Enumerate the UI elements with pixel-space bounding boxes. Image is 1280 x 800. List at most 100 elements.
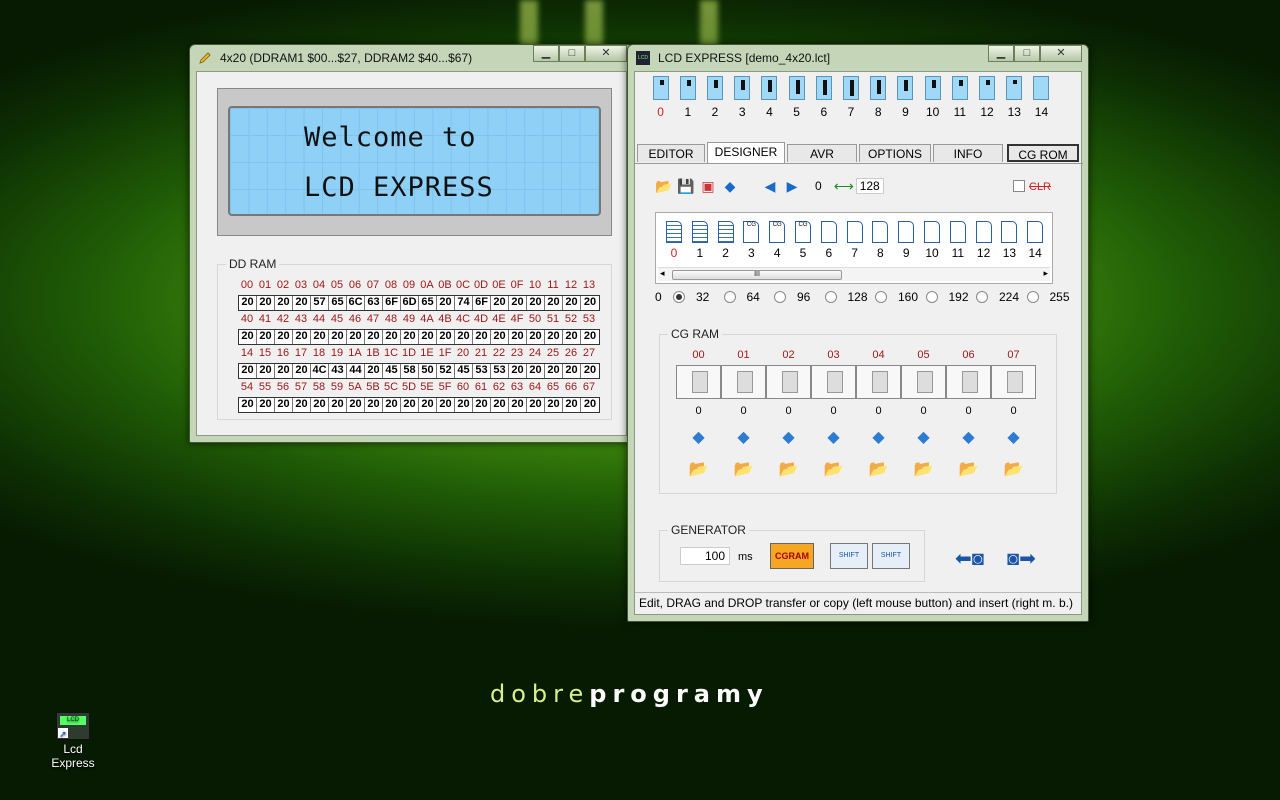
ddram-cell[interactable]: 20: [581, 330, 599, 344]
cgram-character[interactable]: [946, 365, 991, 399]
ddram-cell[interactable]: 20: [365, 330, 383, 344]
ddram-cell[interactable]: 74: [455, 296, 473, 310]
cgram-character[interactable]: [676, 365, 721, 399]
pattern-page[interactable]: 13: [999, 221, 1019, 260]
pattern-page[interactable]: CG 3: [741, 221, 761, 260]
range-radio-option[interactable]: 64: [723, 290, 760, 304]
eraser-icon[interactable]: ◆: [721, 178, 739, 194]
range-radio-option[interactable]: 32: [673, 290, 709, 304]
ddram-cell[interactable]: 6D: [401, 296, 419, 310]
ddram-cell[interactable]: 20: [275, 364, 293, 378]
radio-button[interactable]: [925, 291, 938, 303]
ddram-cell[interactable]: 20: [455, 398, 473, 412]
ddram-cell[interactable]: 20: [509, 364, 527, 378]
open-folder-icon[interactable]: 📂: [901, 459, 946, 479]
ddram-cell[interactable]: 20: [275, 330, 293, 344]
ddram-cell[interactable]: 20: [383, 330, 401, 344]
pattern-page[interactable]: 11: [948, 221, 968, 260]
ddram-cell[interactable]: 20: [257, 364, 275, 378]
horizontal-scrollbar[interactable]: ◂ III ▸: [658, 267, 1050, 281]
ddram-cell[interactable]: 20: [239, 364, 257, 378]
desktop-shortcut-lcd-express[interactable]: LCD ➚ Lcd Express: [40, 712, 106, 770]
character-slot[interactable]: 2: [703, 76, 726, 126]
eraser-icon[interactable]: ◆: [721, 427, 766, 447]
pattern-page[interactable]: 12: [974, 221, 994, 260]
ddram-cell[interactable]: 20: [239, 330, 257, 344]
tab-avr[interactable]: AVR: [787, 144, 857, 162]
ddram-cell[interactable]: 20: [401, 398, 419, 412]
character-slot[interactable]: 13: [1003, 76, 1026, 126]
cgram-character[interactable]: [811, 365, 856, 399]
character-slot[interactable]: 3: [731, 76, 754, 126]
open-folder-icon[interactable]: 📂: [856, 459, 901, 479]
character-slot[interactable]: 4: [758, 76, 781, 126]
range-radio-option[interactable]: 160: [875, 290, 918, 304]
ddram-cell[interactable]: 20: [437, 296, 455, 310]
ddram-cell[interactable]: 20: [581, 364, 599, 378]
ddram-cell[interactable]: 53: [491, 364, 509, 378]
binoculars-forward-icon[interactable]: ◙➡: [1007, 546, 1036, 571]
ddram-cell[interactable]: 20: [365, 398, 383, 412]
close-button[interactable]: ✕: [1040, 45, 1082, 62]
cgram-character[interactable]: [856, 365, 901, 399]
ddram-cell[interactable]: 20: [509, 296, 527, 310]
main-window-titlebar[interactable]: LCD LCD EXPRESS [demo_4x20.lct] ▁ □ ✕: [628, 45, 1088, 71]
ddram-cell[interactable]: 6C: [347, 296, 365, 310]
range-end-field[interactable]: 128: [855, 178, 884, 194]
character-slot[interactable]: 11: [948, 76, 971, 126]
open-folder-icon[interactable]: 📂: [991, 459, 1036, 479]
range-radio-option[interactable]: 224: [976, 290, 1019, 304]
character-slot[interactable]: 6: [812, 76, 835, 126]
radio-button[interactable]: [824, 291, 837, 303]
radio-button[interactable]: [723, 291, 736, 303]
pattern-page[interactable]: 7: [845, 221, 865, 260]
ddram-cell[interactable]: 20: [563, 364, 581, 378]
ddram-cell[interactable]: 58: [401, 364, 419, 378]
ddram-cell[interactable]: 20: [581, 296, 599, 310]
maximize-button[interactable]: □: [1014, 45, 1040, 62]
pattern-page[interactable]: 6: [819, 221, 839, 260]
ddram-cell[interactable]: 65: [329, 296, 347, 310]
minimize-button[interactable]: ▁: [533, 45, 559, 62]
ddram-cell[interactable]: 44: [347, 364, 365, 378]
maximize-button[interactable]: □: [559, 45, 585, 62]
pattern-page[interactable]: 8: [870, 221, 890, 260]
range-radio-option[interactable]: 192: [925, 290, 969, 304]
ddram-cell[interactable]: 20: [293, 398, 311, 412]
tab-info[interactable]: INFO: [933, 144, 1003, 162]
ddram-cell[interactable]: 20: [311, 398, 329, 412]
ddram-cell[interactable]: 20: [527, 364, 545, 378]
cgram-character[interactable]: [721, 365, 766, 399]
ddram-cell[interactable]: 20: [491, 398, 509, 412]
ddram-cell[interactable]: 20: [491, 296, 509, 310]
ddram-cell[interactable]: 53: [473, 364, 491, 378]
clr-option[interactable]: CLR: [1013, 180, 1051, 193]
ddram-cell[interactable]: 20: [257, 330, 275, 344]
ddram-cell[interactable]: 20: [473, 398, 491, 412]
open-folder-icon[interactable]: 📂: [946, 459, 991, 479]
tab-designer[interactable]: DESIGNER: [707, 142, 785, 163]
open-folder-icon[interactable]: 📂: [655, 178, 673, 194]
ddram-cell[interactable]: 20: [545, 296, 563, 310]
character-slot[interactable]: 5: [785, 76, 808, 126]
ddram-cell[interactable]: 20: [311, 330, 329, 344]
pattern-page[interactable]: 2: [716, 221, 736, 260]
ddram-cell[interactable]: 20: [329, 398, 347, 412]
lcd-window-titlebar[interactable]: 4x20 (DDRAM1 $00...$27, DDRAM2 $40...$67…: [190, 45, 633, 71]
ddram-cell[interactable]: 20: [527, 296, 545, 310]
tab-editor[interactable]: EDITOR: [637, 144, 705, 162]
eraser-icon[interactable]: ◆: [676, 427, 721, 447]
radio-button[interactable]: [875, 291, 887, 303]
shift-right-button[interactable]: SHIFT: [872, 543, 910, 569]
ddram-cell[interactable]: 63: [365, 296, 383, 310]
lcd-display[interactable]: Welcome to LCD EXPRESS: [228, 106, 601, 216]
ddram-cell[interactable]: 20: [383, 398, 401, 412]
ddram-cell[interactable]: 20: [347, 330, 365, 344]
ddram-cell[interactable]: 20: [239, 296, 257, 310]
ddram-cell[interactable]: 6F: [383, 296, 401, 310]
ddram-cell[interactable]: 4C: [311, 364, 329, 378]
ddram-cell[interactable]: 6F: [473, 296, 491, 310]
radio-button[interactable]: [1026, 291, 1039, 303]
shift-left-button[interactable]: SHIFT: [830, 543, 868, 569]
eraser-icon[interactable]: ◆: [856, 427, 901, 447]
